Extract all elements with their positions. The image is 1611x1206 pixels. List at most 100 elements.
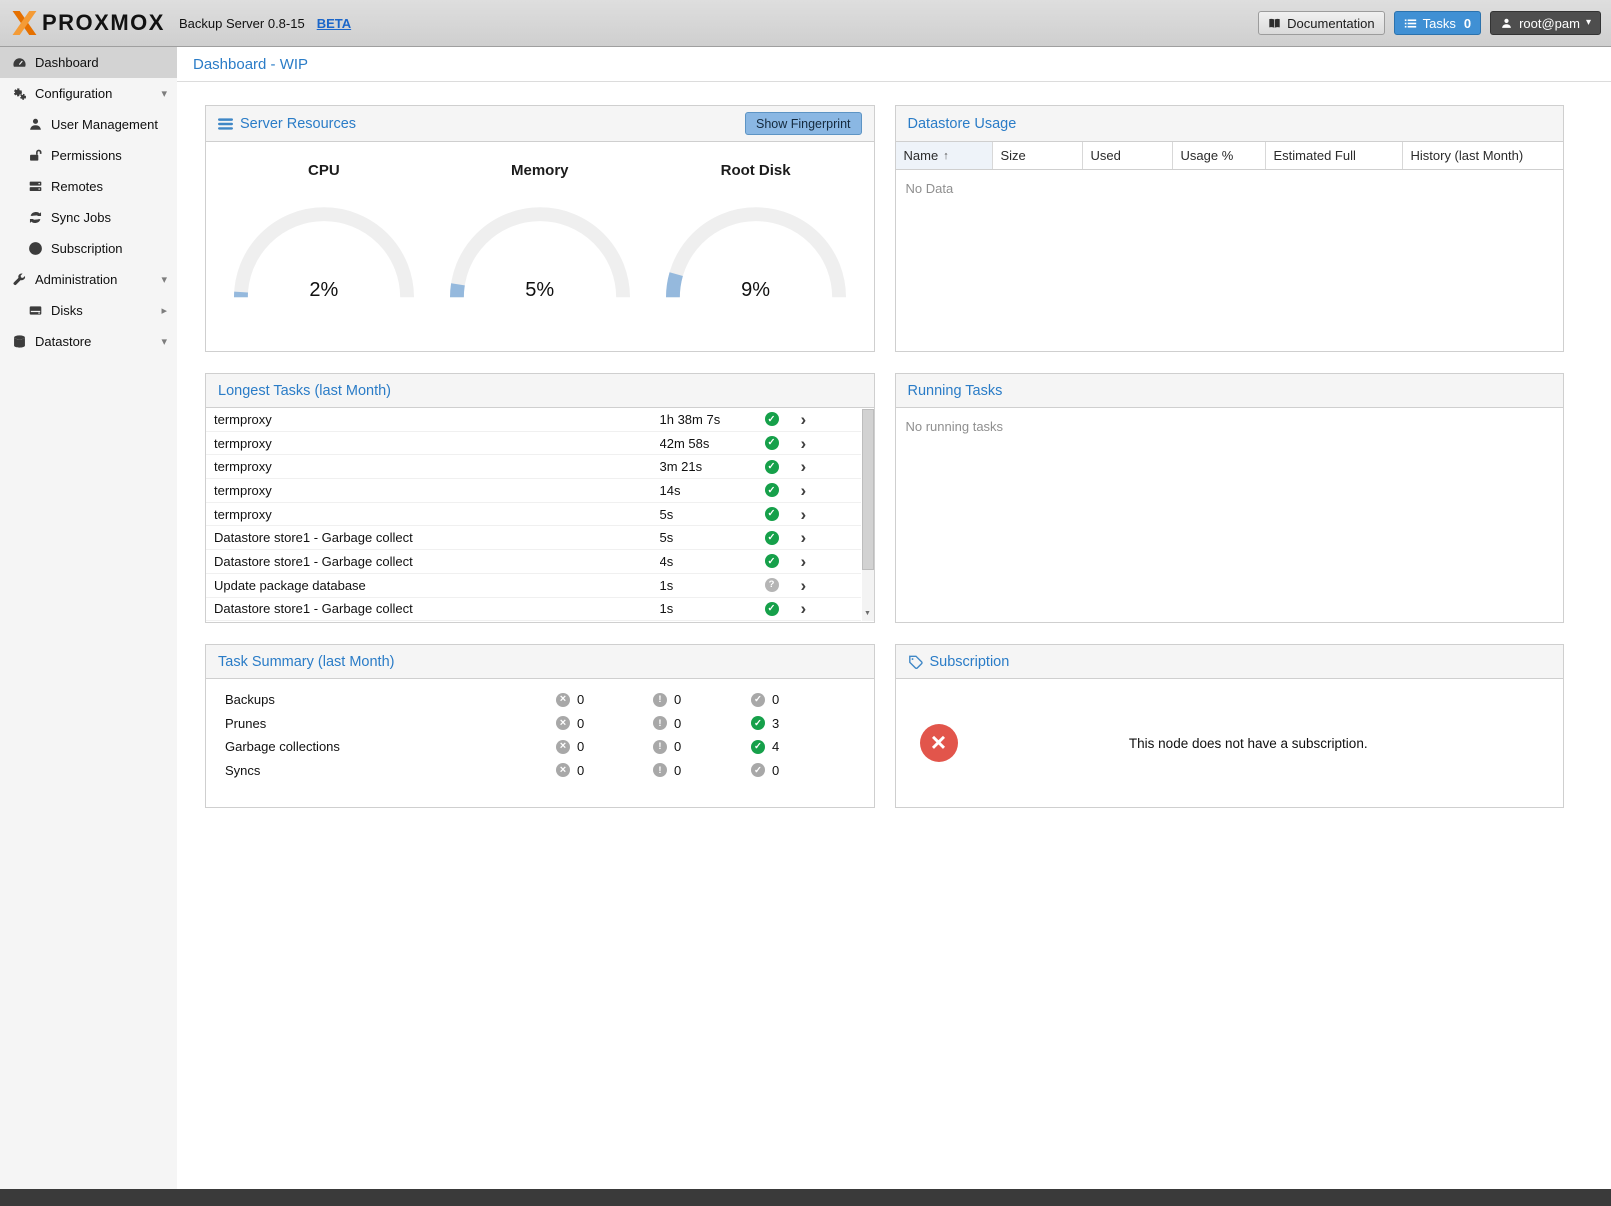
documentation-button[interactable]: Documentation bbox=[1258, 11, 1384, 35]
scrollbar-thumb[interactable] bbox=[862, 409, 874, 570]
sidebar-item-administration[interactable]: Administration ▾ bbox=[0, 264, 177, 295]
chevron-right-icon[interactable]: › bbox=[799, 458, 861, 475]
chevron-right-icon[interactable]: › bbox=[799, 506, 861, 523]
warning-icon bbox=[653, 740, 667, 754]
task-row[interactable]: termproxy 5s › bbox=[206, 503, 861, 527]
caret-down-icon[interactable]: ▾ bbox=[161, 87, 167, 100]
sidebar-item-disks[interactable]: Disks ▸ bbox=[0, 295, 177, 326]
sidebar-item-label: Disks bbox=[51, 303, 83, 318]
caret-right-icon[interactable]: ▸ bbox=[161, 304, 167, 317]
sidebar-item-sync-jobs[interactable]: Sync Jobs bbox=[0, 202, 177, 233]
gauge-value: 9% bbox=[658, 279, 854, 302]
ok-icon bbox=[751, 763, 765, 777]
caret-down-icon[interactable]: ▾ bbox=[161, 335, 167, 348]
user-menu-button[interactable]: root@pam ▾ bbox=[1490, 11, 1601, 35]
task-row[interactable]: Datastore store1 - Garbage collect 1s › bbox=[206, 598, 861, 622]
datastore-usage-panel: Datastore Usage Name ↑ Size Used Usage %… bbox=[895, 105, 1565, 352]
memory-gauge: Memory 5% bbox=[442, 162, 638, 304]
sidebar-item-label: Sync Jobs bbox=[51, 210, 111, 225]
documentation-label: Documentation bbox=[1287, 16, 1374, 31]
sidebar-item-dashboard[interactable]: Dashboard bbox=[0, 47, 177, 78]
running-tasks-header: Running Tasks bbox=[896, 374, 1564, 408]
sidebar-item-configuration[interactable]: Configuration ▾ bbox=[0, 78, 177, 109]
panel-title: Subscription bbox=[930, 654, 1010, 670]
server-resources-panel: Server Resources Show Fingerprint CPU 2%… bbox=[205, 105, 875, 352]
task-row[interactable]: Datastore store1 - Garbage collect 5s › bbox=[206, 526, 861, 550]
error-icon bbox=[556, 763, 570, 777]
sidebar-item-subscription[interactable]: Subscription bbox=[0, 233, 177, 264]
chevron-right-icon[interactable]: › bbox=[799, 577, 861, 594]
bars-icon bbox=[218, 117, 233, 131]
sidebar-item-user-management[interactable]: User Management bbox=[0, 109, 177, 140]
caret-down-icon[interactable]: ▾ bbox=[161, 273, 167, 286]
chevron-right-icon[interactable]: › bbox=[799, 411, 861, 428]
tachometer-icon bbox=[12, 55, 27, 70]
gauges-row: CPU 2% Memory 5% bbox=[206, 142, 874, 304]
subscription-body: × This node does not have a subscription… bbox=[896, 679, 1564, 807]
scrollbar[interactable]: ▼ bbox=[862, 409, 874, 621]
column-header-used[interactable]: Used bbox=[1083, 142, 1173, 169]
subscription-message: This node does not have a subscription. bbox=[958, 736, 1540, 751]
summary-row: Prunes 0 0 3 bbox=[206, 712, 874, 736]
column-header-name[interactable]: Name ↑ bbox=[896, 142, 993, 169]
task-summary-body: Backups 0 0 0 Prunes 0 0 3 Garbage colle… bbox=[206, 679, 874, 782]
sidebar-item-remotes[interactable]: Remotes bbox=[0, 171, 177, 202]
tasks-label: Tasks bbox=[1423, 16, 1456, 31]
chevron-right-icon[interactable]: › bbox=[799, 553, 861, 570]
sidebar-item-label: Datastore bbox=[35, 334, 91, 349]
sync-icon bbox=[28, 210, 43, 225]
column-header-estimated-full[interactable]: Estimated Full bbox=[1266, 142, 1403, 169]
summary-label: Syncs bbox=[225, 763, 556, 778]
task-row[interactable]: Update package database 1s › bbox=[206, 574, 861, 598]
column-header-history[interactable]: History (last Month) bbox=[1403, 142, 1564, 169]
gauge-label: Memory bbox=[442, 162, 638, 179]
task-status-ok-icon bbox=[765, 554, 779, 568]
task-status-unknown-icon bbox=[765, 578, 779, 592]
chevron-right-icon[interactable]: › bbox=[799, 529, 861, 546]
bottom-strip bbox=[0, 1189, 1611, 1206]
longest-tasks-header: Longest Tasks (last Month) bbox=[206, 374, 874, 408]
book-icon bbox=[1268, 17, 1281, 30]
show-fingerprint-button[interactable]: Show Fingerprint bbox=[745, 112, 862, 135]
panel-title: Datastore Usage bbox=[908, 116, 1017, 132]
ok-icon bbox=[751, 740, 765, 754]
task-row[interactable]: termproxy 14s › bbox=[206, 479, 861, 503]
sidebar: Dashboard Configuration ▾ User Managemen… bbox=[0, 47, 177, 1189]
datastore-usage-column-headers: Name ↑ Size Used Usage % Estimated Full … bbox=[896, 142, 1564, 170]
task-row[interactable]: Datastore store1 - Garbage collect 4s › bbox=[206, 550, 861, 574]
user-icon bbox=[1500, 17, 1513, 30]
sidebar-item-label: Dashboard bbox=[35, 55, 99, 70]
column-header-usage[interactable]: Usage % bbox=[1173, 142, 1266, 169]
tags-icon bbox=[908, 655, 923, 669]
server-icon bbox=[28, 179, 43, 194]
scroll-down-icon[interactable]: ▼ bbox=[862, 607, 874, 621]
sidebar-item-permissions[interactable]: Permissions bbox=[0, 140, 177, 171]
running-tasks-panel: Running Tasks No running tasks bbox=[895, 373, 1565, 623]
chevron-right-icon[interactable]: › bbox=[799, 482, 861, 499]
main-area: Dashboard - WIP Server Resources Show Fi… bbox=[177, 47, 1611, 1189]
chevron-right-icon[interactable]: › bbox=[799, 435, 861, 452]
warning-icon bbox=[653, 716, 667, 730]
wrench-icon bbox=[12, 272, 27, 287]
sidebar-item-datastore[interactable]: Datastore ▾ bbox=[0, 326, 177, 357]
beta-link[interactable]: BETA bbox=[317, 16, 351, 31]
summary-row: Garbage collections 0 0 4 bbox=[206, 735, 874, 759]
cogs-icon bbox=[12, 86, 27, 101]
task-row[interactable]: termproxy 1h 38m 7s › bbox=[206, 408, 861, 432]
chevron-right-icon[interactable]: › bbox=[799, 600, 861, 617]
tasks-button[interactable]: Tasks 0 bbox=[1394, 11, 1481, 35]
sort-ascending-icon: ↑ bbox=[943, 150, 949, 162]
sidebar-item-label: Administration bbox=[35, 272, 117, 287]
column-header-size[interactable]: Size bbox=[993, 142, 1083, 169]
page-title: Dashboard - WIP bbox=[193, 56, 308, 73]
panel-title: Longest Tasks (last Month) bbox=[218, 383, 391, 399]
panel-title: Running Tasks bbox=[908, 383, 1003, 399]
summary-row: Syncs 0 0 0 bbox=[206, 759, 874, 783]
task-row[interactable]: termproxy 3m 21s › bbox=[206, 455, 861, 479]
error-icon bbox=[556, 693, 570, 707]
task-row[interactable]: termproxy 42m 58s › bbox=[206, 432, 861, 456]
task-status-ok-icon bbox=[765, 507, 779, 521]
panel-title: Task Summary (last Month) bbox=[218, 654, 394, 670]
task-summary-panel: Task Summary (last Month) Backups 0 0 0 … bbox=[205, 644, 875, 808]
server-resources-header: Server Resources Show Fingerprint bbox=[206, 106, 874, 142]
